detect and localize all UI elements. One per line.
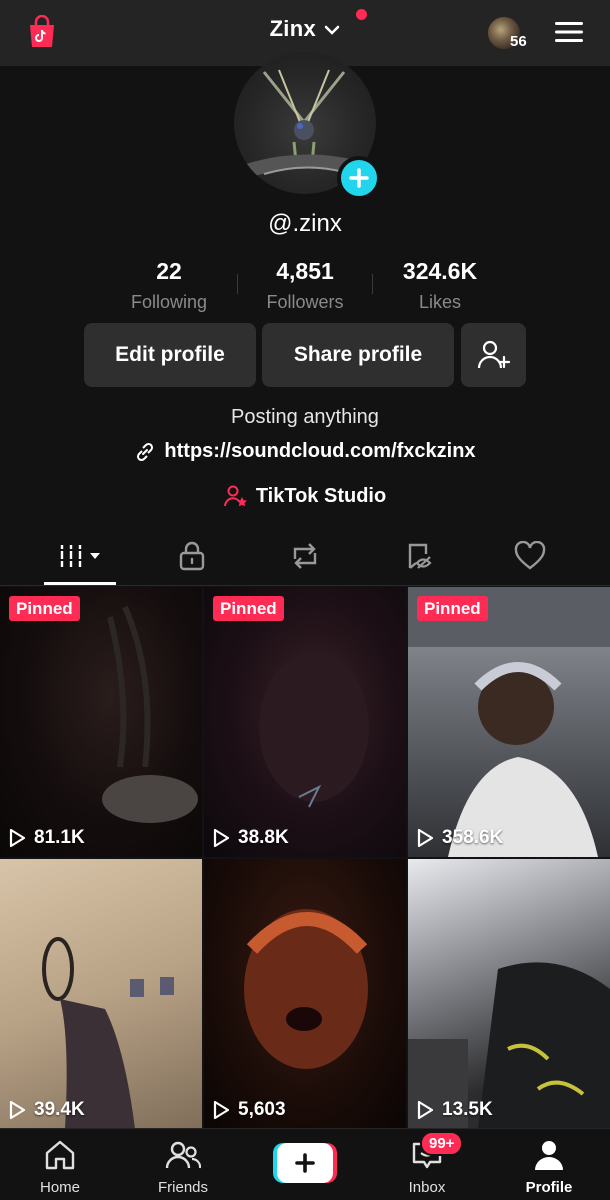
stat-divider: [372, 274, 373, 294]
view-count: 358.6K: [416, 827, 503, 849]
video-preview: [408, 962, 610, 1129]
profile-handle: @.zinx: [268, 210, 342, 237]
videos-grid-icon: [59, 545, 100, 567]
view-count-text: 81.1K: [34, 827, 85, 848]
inbox-badge: 99+: [420, 1131, 464, 1156]
add-friends-button[interactable]: [461, 323, 526, 387]
following-stat[interactable]: 22 Following: [104, 258, 234, 313]
video-preview: [102, 605, 198, 823]
followers-stat[interactable]: 4,851 Followers: [240, 258, 370, 313]
play-icon: [417, 1100, 434, 1120]
tab-reposts[interactable]: [285, 540, 325, 572]
video-thumbnail[interactable]: 39.4K: [0, 859, 202, 1129]
bio-text: Posting anything: [231, 406, 379, 428]
share-profile-button[interactable]: Share profile: [262, 323, 454, 387]
create-plus-icon: [273, 1143, 337, 1183]
tab-favorites[interactable]: [399, 540, 439, 572]
likes-label: Likes: [418, 292, 462, 312]
nav-friends[interactable]: Friends: [138, 1139, 228, 1196]
link-icon: [137, 442, 154, 461]
active-tab-indicator: [44, 582, 116, 585]
add-person-icon: [477, 340, 510, 369]
nav-profile[interactable]: Profile: [504, 1139, 594, 1196]
profile-icon: [535, 1141, 563, 1170]
video-thumbnail[interactable]: 5,603: [204, 859, 406, 1129]
view-count: 5,603: [212, 1099, 286, 1121]
following-label: Following: [130, 292, 208, 312]
tab-private[interactable]: [172, 540, 212, 572]
view-count-text: 5,603: [238, 1099, 286, 1120]
play-icon: [9, 828, 26, 848]
nav-home-label: Home: [39, 1179, 80, 1196]
tiktok-studio-link[interactable]: TikTok Studio: [0, 484, 610, 508]
view-count-text: 39.4K: [34, 1099, 85, 1120]
followers-count: 4,851: [276, 258, 334, 284]
video-thumbnail[interactable]: Pinned 358.6K: [408, 587, 610, 857]
repost-icon: [293, 543, 317, 569]
video-thumbnail[interactable]: Pinned 81.1K: [0, 587, 202, 857]
nav-home[interactable]: Home: [15, 1139, 105, 1196]
followers-label: Followers: [266, 292, 344, 312]
friends-icon: [165, 1141, 202, 1169]
bio-link[interactable]: https://soundcloud.com/fxckzinx: [0, 440, 610, 463]
video-preview: [42, 937, 174, 1129]
play-icon: [213, 828, 230, 848]
play-icon: [417, 828, 434, 848]
video-preview: [244, 909, 368, 1069]
pinned-badge: Pinned: [417, 596, 488, 621]
view-count-text: 358.6K: [442, 827, 504, 848]
edit-profile-button[interactable]: Edit profile: [84, 323, 256, 387]
chevron-down-icon: [325, 25, 340, 35]
tab-liked[interactable]: [510, 540, 550, 572]
create-button[interactable]: [273, 1143, 337, 1183]
add-avatar-button[interactable]: [337, 156, 381, 200]
bottom-navigation: Home Friends Inbox 99+ Profile: [0, 1128, 610, 1200]
play-icon: [9, 1100, 26, 1120]
nav-profile-label: Profile: [525, 1179, 573, 1196]
view-count: 39.4K: [8, 1099, 85, 1121]
video-thumbnail[interactable]: 13.5K: [408, 859, 610, 1129]
home-icon: [45, 1140, 75, 1170]
plus-icon: [349, 168, 369, 188]
following-count: 22: [156, 258, 182, 284]
view-count-text: 38.8K: [238, 827, 289, 848]
story-count: 56: [510, 33, 527, 50]
hamburger-menu-icon[interactable]: [554, 20, 584, 44]
studio-label: TikTok Studio: [255, 484, 387, 507]
nav-inbox-label: Inbox: [408, 1179, 446, 1196]
notification-dot: [356, 9, 367, 20]
studio-person-star-icon: [223, 485, 247, 507]
nav-friends-label: Friends: [157, 1179, 209, 1196]
play-icon: [213, 1100, 230, 1120]
heart-icon: [514, 541, 546, 570]
bio-link-text: https://soundcloud.com/fxckzinx: [164, 440, 476, 462]
view-count: 81.1K: [8, 827, 85, 849]
pinned-badge: Pinned: [213, 596, 284, 621]
stat-divider: [237, 274, 238, 294]
pinned-badge: Pinned: [9, 596, 80, 621]
content-tab-bar: [0, 530, 610, 586]
video-preview: [408, 587, 610, 857]
video-preview: [259, 652, 369, 808]
lock-icon: [179, 541, 205, 571]
tab-videos[interactable]: [58, 540, 104, 572]
view-count: 13.5K: [416, 1099, 493, 1121]
account-name: Zinx: [269, 16, 316, 41]
likes-stat[interactable]: 324.6K Likes: [375, 258, 505, 313]
video-thumbnail[interactable]: Pinned 38.8K: [204, 587, 406, 857]
view-count-text: 13.5K: [442, 1099, 493, 1120]
view-count: 38.8K: [212, 827, 289, 849]
likes-count: 324.6K: [402, 258, 478, 284]
bookmark-hidden-icon: [408, 543, 432, 569]
